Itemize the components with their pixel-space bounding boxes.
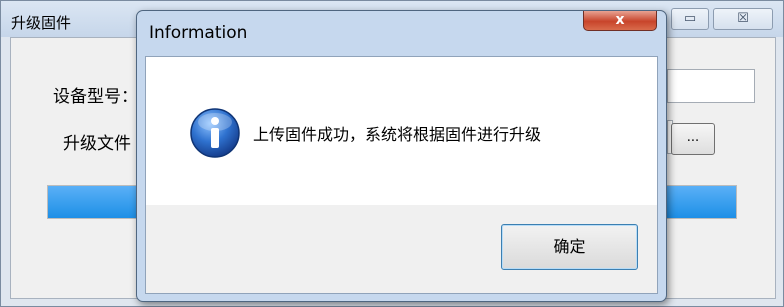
- ok-button[interactable]: 确定: [501, 224, 638, 270]
- maximize-icon: ▭: [683, 11, 697, 26]
- parent-close-button[interactable]: ☒: [713, 8, 773, 30]
- information-icon: [190, 108, 240, 158]
- parent-maximize-button[interactable]: ▭: [671, 8, 709, 30]
- browse-button-label: ...: [686, 130, 700, 145]
- dialog-message: 上传固件成功，系统将根据固件进行升级: [253, 125, 542, 144]
- close-icon: x: [615, 12, 625, 28]
- dialog-title: Information: [149, 23, 248, 43]
- close-icon: ☒: [737, 11, 749, 26]
- information-dialog: Information x 上传固件成功，系统将根据固件进行升级 确定: [136, 10, 667, 302]
- dialog-body: 上传固件成功，系统将根据固件进行升级 确定: [145, 56, 658, 294]
- device-model-label: 设备型号：: [53, 87, 138, 107]
- upgrade-file-label: 升级文件: [63, 134, 131, 154]
- device-model-field[interactable]: [667, 69, 755, 103]
- browse-button[interactable]: ...: [671, 123, 715, 155]
- dialog-close-button[interactable]: x: [583, 11, 657, 31]
- dialog-content: 上传固件成功，系统将根据固件进行升级: [146, 57, 657, 205]
- ok-button-label: 确定: [553, 237, 586, 256]
- parent-window-title: 升级固件: [11, 14, 72, 32]
